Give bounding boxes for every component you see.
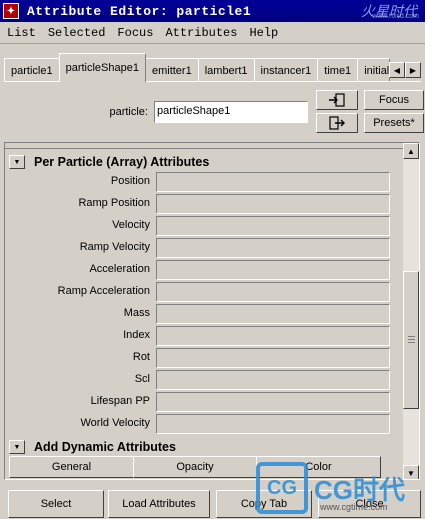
scroll-up-icon[interactable]: ▲ <box>403 143 419 159</box>
section-title: Add Dynamic Attributes <box>34 440 176 454</box>
node-name-label: particle: <box>109 106 148 118</box>
attr-field[interactable] <box>156 172 390 192</box>
general-button[interactable]: General <box>9 456 134 478</box>
attr-row-position: Position <box>5 171 405 193</box>
per-particle-section-header[interactable]: ▼ Per Particle (Array) Attributes <box>7 152 403 172</box>
opacity-button[interactable]: Opacity <box>133 456 257 478</box>
menu-list[interactable]: List <box>2 26 41 40</box>
attr-row-lifespan-pp: Lifespan PP <box>5 391 405 413</box>
color-button[interactable]: Color <box>256 456 381 478</box>
tab-emitter1[interactable]: emitter1 <box>144 58 199 82</box>
attr-field[interactable] <box>156 348 390 368</box>
tab-instancer1[interactable]: instancer1 <box>253 58 319 82</box>
go-to-output-button[interactable] <box>316 113 358 133</box>
scrollbar-thumb[interactable] <box>403 271 419 409</box>
collapse-arrow-icon[interactable]: ▼ <box>9 155 25 169</box>
attribute-scroll-panel: ▼ Per Particle (Array) Attributes Positi… <box>4 142 420 480</box>
tab-scroll-right-icon[interactable]: ▶ <box>405 62 421 78</box>
go-to-input-button[interactable] <box>316 90 358 110</box>
previous-section-edge <box>5 143 405 149</box>
attr-row-scl: Scl <box>5 369 405 391</box>
vertical-scrollbar[interactable]: ▲ ▼ <box>403 143 419 479</box>
attr-label: Index <box>123 329 150 341</box>
attr-row-ramp-velocity: Ramp Velocity <box>5 237 405 259</box>
attr-row-ramp-acceleration: Ramp Acceleration <box>5 281 405 303</box>
attr-field[interactable] <box>156 260 390 280</box>
menu-focus[interactable]: Focus <box>112 26 158 40</box>
copy-tab-button[interactable]: Copy Tab <box>216 490 312 518</box>
menu-attributes[interactable]: Attributes <box>160 26 242 40</box>
scroll-down-icon[interactable]: ▼ <box>403 465 419 479</box>
attr-row-acceleration: Acceleration <box>5 259 405 281</box>
attr-field[interactable] <box>156 194 390 214</box>
watermark-url: www.hxsd.com <box>372 13 419 20</box>
menu-help[interactable]: Help <box>244 26 283 40</box>
bottom-button-bar: Select Load Attributes Copy Tab Close <box>0 484 425 519</box>
attr-row-index: Index <box>5 325 405 347</box>
attr-row-world-velocity: World Velocity <box>5 413 405 435</box>
menu-selected[interactable]: Selected <box>43 26 111 40</box>
load-attributes-button[interactable]: Load Attributes <box>108 490 210 518</box>
close-button[interactable]: Close <box>318 490 421 518</box>
attr-label: Ramp Position <box>78 197 150 209</box>
go-to-output-icon <box>329 116 345 130</box>
tab-initialp[interactable]: initialP <box>357 58 390 82</box>
node-name-field[interactable]: particleShape1 <box>154 101 308 123</box>
focus-button[interactable]: Focus <box>364 90 424 110</box>
tab-lambert1[interactable]: lambert1 <box>197 58 255 82</box>
attr-label: Rot <box>132 351 150 363</box>
menu-bar: List Selected Focus Attributes Help <box>0 22 425 44</box>
tab-scroll-arrows: ◀ ▶ <box>389 58 421 82</box>
title-bar: ✦ Attribute Editor: particle1 火星时代 www.h… <box>0 0 425 22</box>
attr-label: Lifespan PP <box>90 395 150 407</box>
attr-row-ramp-position: Ramp Position <box>5 193 405 215</box>
attr-field[interactable] <box>156 216 390 236</box>
attr-field[interactable] <box>156 414 390 434</box>
tab-scroll-left-icon[interactable]: ◀ <box>389 62 405 78</box>
attr-label: Velocity <box>112 219 150 231</box>
window-title: Attribute Editor: particle1 <box>27 3 252 19</box>
attr-label: Scl <box>134 373 150 385</box>
tab-particleshape1[interactable]: particleShape1 <box>58 53 146 82</box>
attr-label: World Velocity <box>80 417 151 429</box>
go-to-input-icon <box>329 93 345 107</box>
node-name-row: particle: particleShape1 <box>0 100 425 126</box>
maya-icon[interactable]: ✦ <box>3 3 19 19</box>
select-button[interactable]: Select <box>8 490 104 518</box>
attr-field[interactable] <box>156 238 390 258</box>
attr-label: Mass <box>123 307 150 319</box>
attr-field[interactable] <box>156 370 390 390</box>
attr-field[interactable] <box>156 304 390 324</box>
attr-row-rot: Rot <box>5 347 405 369</box>
node-tab-bar: particle1 particleShape1 emitter1 lamber… <box>4 52 421 82</box>
attr-label: Ramp Acceleration <box>57 285 150 297</box>
attr-row-mass: Mass <box>5 303 405 325</box>
presets-button[interactable]: Presets* <box>364 113 424 133</box>
attr-label: Acceleration <box>89 263 150 275</box>
attr-field[interactable] <box>156 392 390 412</box>
attr-field[interactable] <box>156 282 390 302</box>
attr-label: Ramp Velocity <box>79 241 150 253</box>
attr-row-velocity: Velocity <box>5 215 405 237</box>
section-title: Per Particle (Array) Attributes <box>34 155 210 169</box>
tab-time1[interactable]: time1 <box>317 58 359 82</box>
tab-particle1[interactable]: particle1 <box>4 58 60 82</box>
attr-field[interactable] <box>156 326 390 346</box>
dynamic-attributes-section-header[interactable]: ▼ Add Dynamic Attributes <box>7 437 403 457</box>
collapse-arrow-icon[interactable]: ▼ <box>9 440 25 454</box>
attr-label: Position <box>110 175 150 187</box>
